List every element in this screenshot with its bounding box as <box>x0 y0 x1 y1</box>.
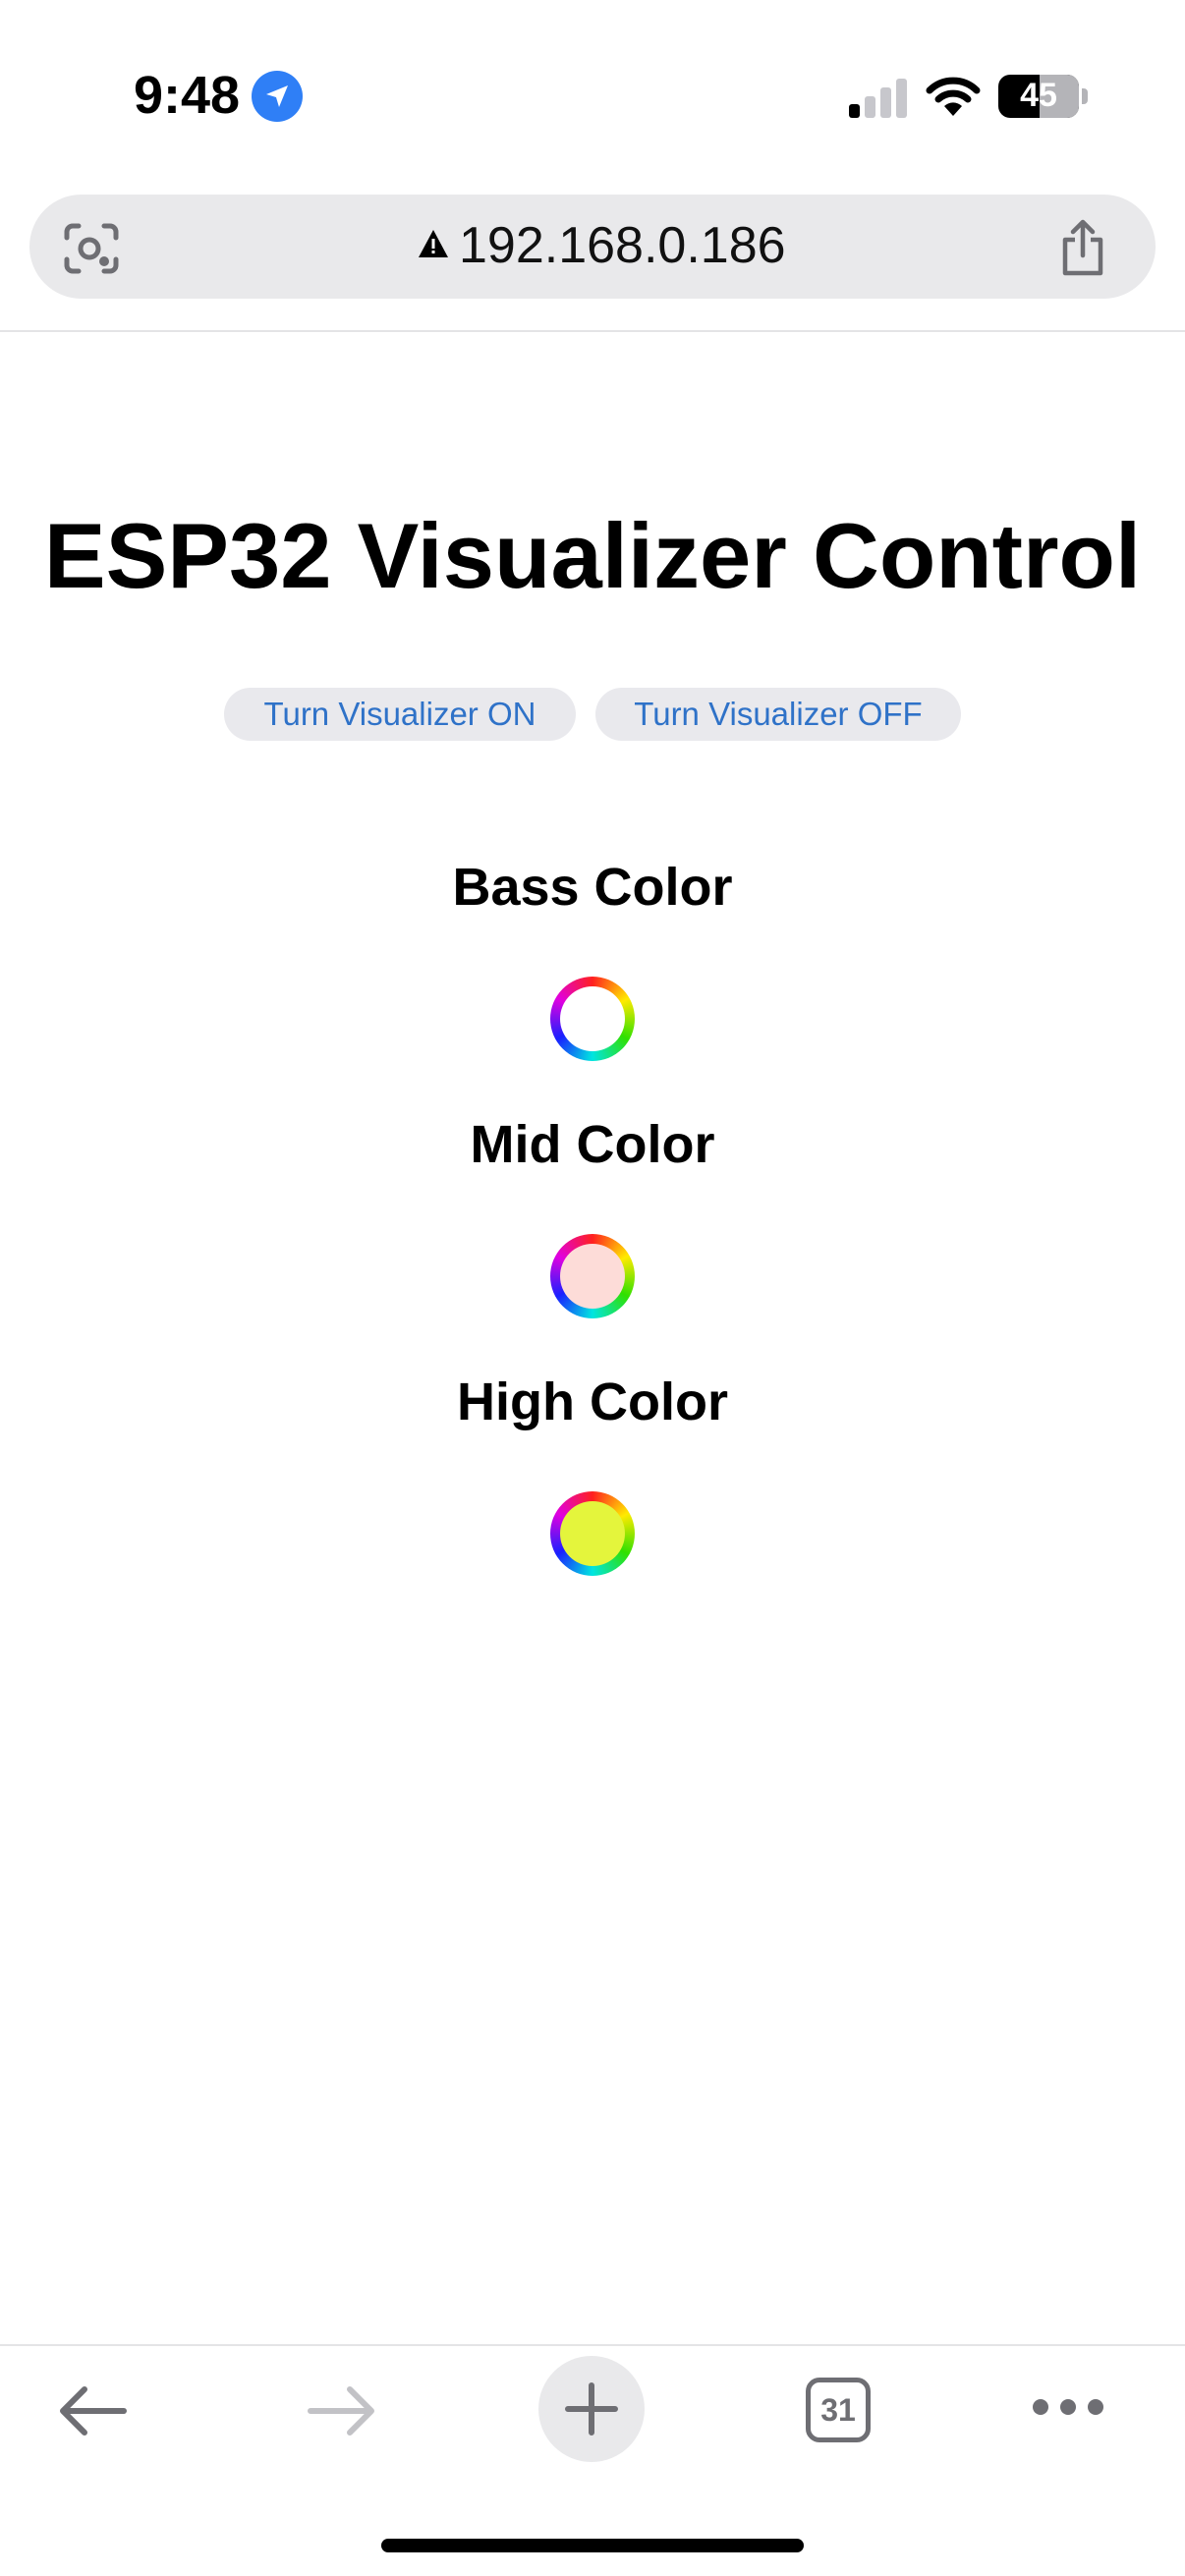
high-color-label: High Color <box>457 1372 728 1431</box>
wifi-icon <box>926 77 981 116</box>
home-indicator <box>381 2539 804 2552</box>
more-icon[interactable] <box>1032 2397 1104 2417</box>
camera-search-icon[interactable] <box>63 222 120 275</box>
bass-color-label: Bass Color <box>452 858 733 917</box>
battery-percent: 45 <box>1020 77 1057 114</box>
high-color-swatch <box>560 1501 625 1566</box>
tab-count-button[interactable]: 31 <box>806 2378 871 2442</box>
forward-arrow-icon[interactable] <box>305 2380 379 2442</box>
divider <box>0 330 1185 332</box>
battery-icon: 45 <box>998 75 1079 118</box>
page-title: ESP32 Visualizer Control <box>43 504 1142 607</box>
mid-color-picker[interactable] <box>550 1234 635 1318</box>
turn-visualizer-off-button[interactable]: Turn Visualizer OFF <box>595 688 961 741</box>
warning-triangle-icon <box>419 230 448 257</box>
mid-color-label: Mid Color <box>470 1115 715 1174</box>
bass-color-picker[interactable] <box>550 977 635 1061</box>
high-color-picker[interactable] <box>550 1491 635 1576</box>
new-tab-button[interactable] <box>538 2356 645 2462</box>
share-icon[interactable] <box>1057 218 1108 277</box>
turn-visualizer-on-button[interactable]: Turn Visualizer ON <box>224 688 576 741</box>
bass-color-swatch <box>560 986 625 1051</box>
battery-tip <box>1082 88 1088 104</box>
toolbar-divider <box>0 2344 1185 2346</box>
status-bar: 9:48 45 <box>0 0 1185 187</box>
back-arrow-icon[interactable] <box>55 2380 130 2442</box>
status-time: 9:48 <box>134 66 241 125</box>
cellular-signal-icon <box>849 77 908 118</box>
url-text[interactable]: 192.168.0.186 <box>459 216 786 275</box>
mid-color-swatch <box>560 1244 625 1309</box>
location-arrow-icon <box>252 71 303 122</box>
address-bar[interactable]: 192.168.0.186 <box>29 195 1156 299</box>
plus-icon <box>565 2382 618 2436</box>
